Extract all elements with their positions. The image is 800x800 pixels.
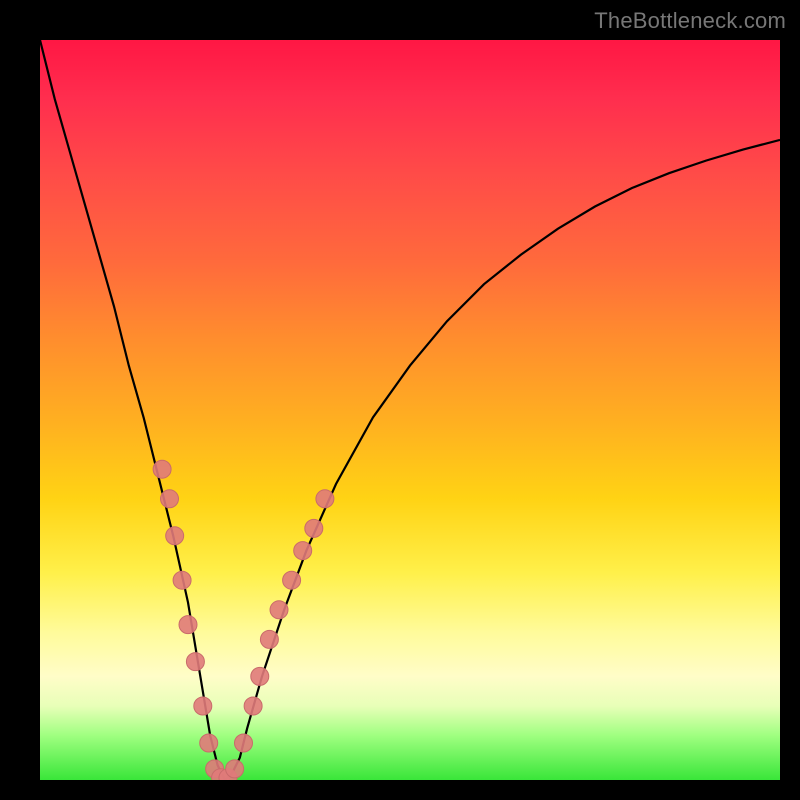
curve-marker [316, 490, 334, 508]
curve-marker [283, 571, 301, 589]
curve-marker [186, 653, 204, 671]
curve-marker [244, 697, 262, 715]
curve-marker [260, 630, 278, 648]
curve-marker [226, 760, 244, 778]
curve-marker [294, 542, 312, 560]
curve-layer [40, 40, 780, 780]
curve-markers [153, 460, 334, 780]
curve-marker [166, 527, 184, 545]
curve-marker [251, 667, 269, 685]
curve-marker [194, 697, 212, 715]
curve-marker [305, 519, 323, 537]
curve-marker [161, 490, 179, 508]
curve-marker [173, 571, 191, 589]
watermark-text: TheBottleneck.com [594, 8, 786, 34]
curve-marker [179, 616, 197, 634]
curve-marker [270, 601, 288, 619]
bottleneck-curve [40, 40, 780, 780]
plot-area [40, 40, 780, 780]
curve-marker [200, 734, 218, 752]
chart-frame: TheBottleneck.com [0, 0, 800, 800]
curve-marker [153, 460, 171, 478]
curve-marker [235, 734, 253, 752]
